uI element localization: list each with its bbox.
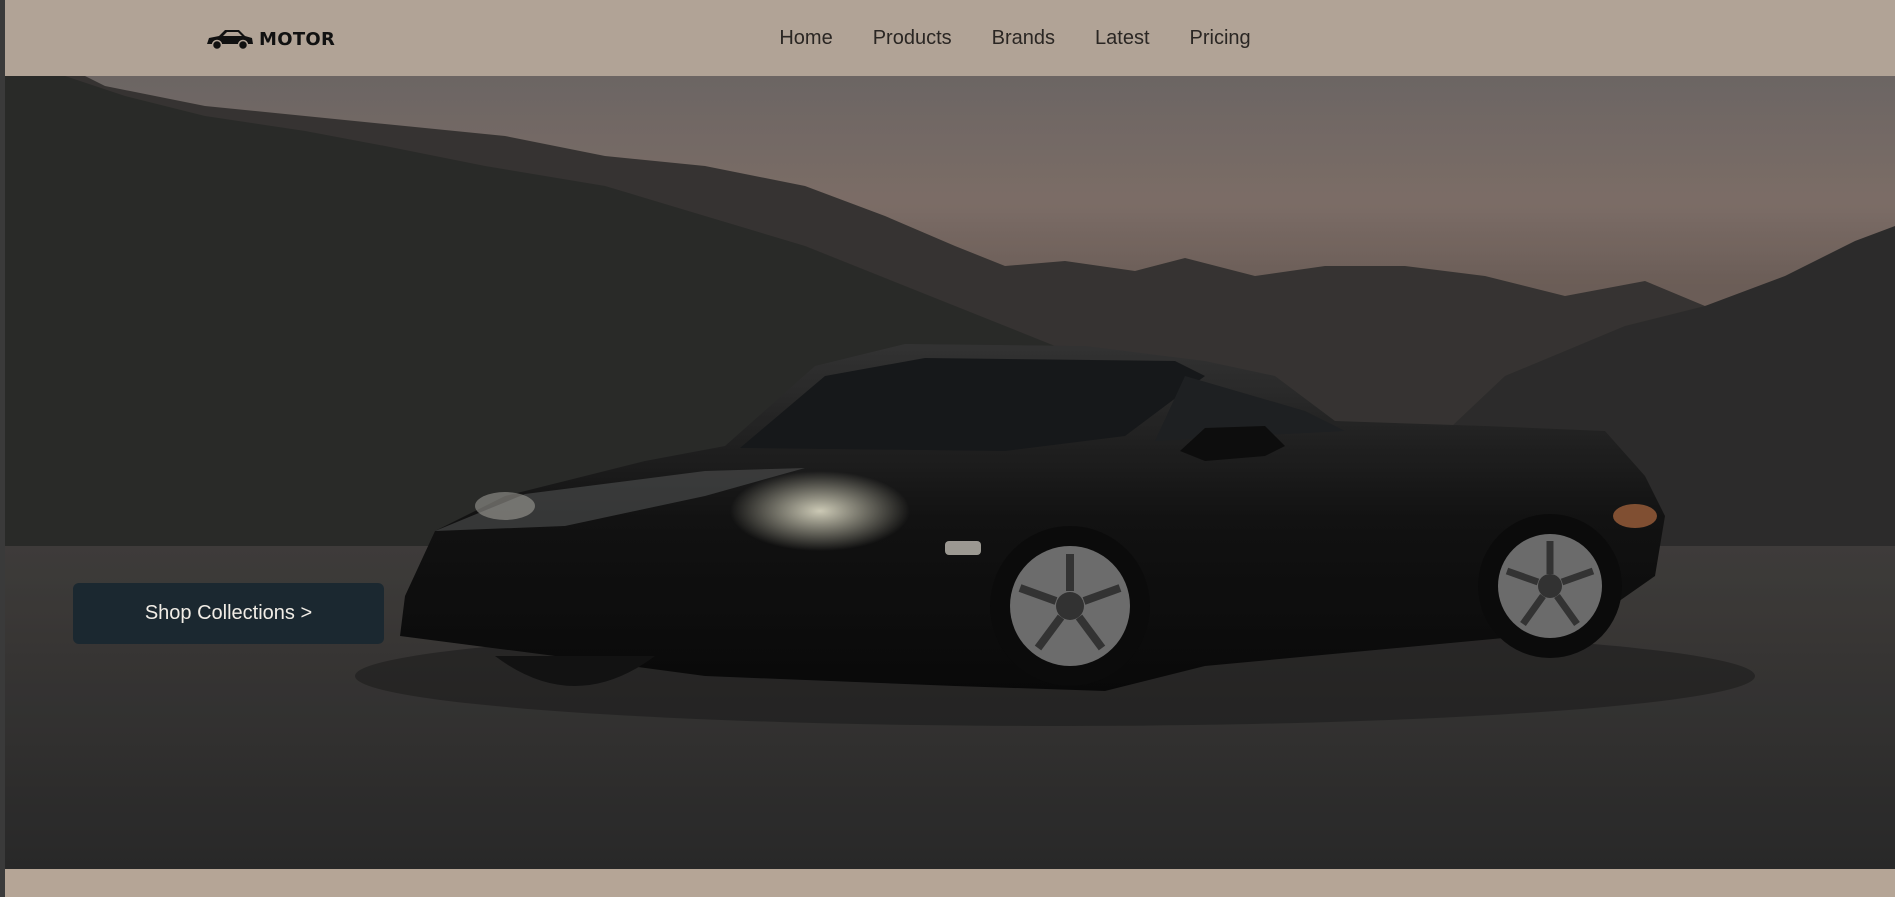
shop-collections-button[interactable]: Shop Collections > bbox=[73, 583, 384, 644]
nav-pricing[interactable]: Pricing bbox=[1190, 27, 1251, 50]
main-nav: Home Products Brands Latest Pricing bbox=[5, 0, 1895, 76]
navbar: MOTOR Home Products Brands Latest Pricin… bbox=[5, 0, 1895, 76]
nav-products[interactable]: Products bbox=[873, 27, 952, 50]
nav-home[interactable]: Home bbox=[779, 27, 832, 50]
hero-image bbox=[5, 76, 1895, 869]
hero-banner: Shop Collections > bbox=[5, 76, 1895, 869]
bottom-strip bbox=[5, 869, 1895, 897]
nav-brands[interactable]: Brands bbox=[992, 27, 1055, 50]
nav-latest[interactable]: Latest bbox=[1095, 27, 1149, 50]
